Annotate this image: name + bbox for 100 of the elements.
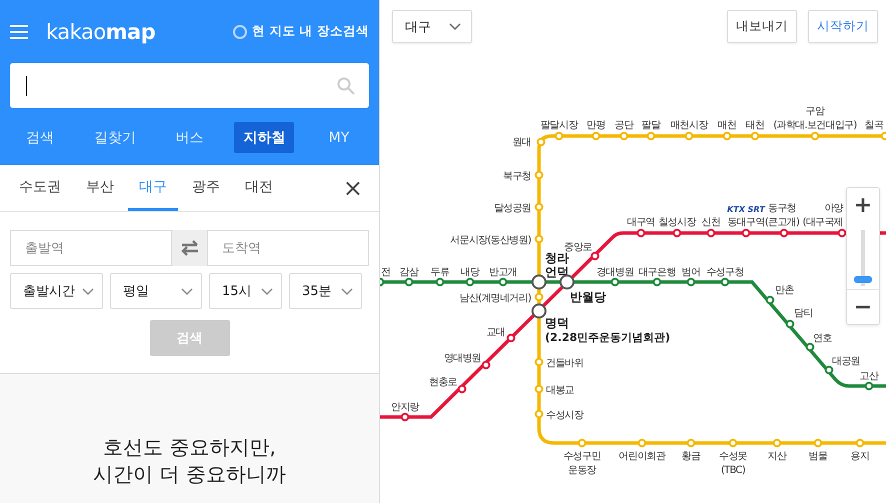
- station-marker[interactable]: [436, 278, 444, 286]
- station-label[interactable]: 대봉교: [546, 385, 574, 396]
- station-label[interactable]: 동구청 (큰고개): [764, 203, 800, 228]
- station-label[interactable]: 매천시장: [670, 120, 708, 131]
- station-label[interactable]: 태천: [746, 120, 764, 131]
- station-marker[interactable]: [880, 132, 886, 140]
- station-marker[interactable]: [722, 132, 732, 140]
- dropdown[interactable]: 출발시간: [10, 273, 103, 309]
- station-label[interactable]: 매천: [718, 120, 736, 131]
- station-marker[interactable]: [534, 410, 544, 418]
- station-marker[interactable]: [786, 320, 794, 328]
- dropdown[interactable]: 평일: [110, 273, 202, 309]
- station-label[interactable]: 신천: [702, 217, 720, 228]
- station-marker[interactable]: [506, 334, 516, 342]
- station-marker[interactable]: [810, 132, 820, 140]
- station-marker[interactable]: [592, 132, 600, 140]
- station-marker[interactable]: [856, 438, 864, 448]
- city-tab[interactable]: 수도권: [8, 165, 72, 211]
- station-label[interactable]: 수성못 (TBC): [719, 451, 747, 476]
- transfer-station-label[interactable]: 청라 언덕: [545, 251, 569, 279]
- station-marker[interactable]: [636, 228, 646, 238]
- search-field[interactable]: [10, 63, 369, 108]
- station-marker[interactable]: [610, 278, 620, 286]
- station-label[interactable]: 교대: [486, 327, 505, 338]
- station-label[interactable]: 고산: [860, 371, 878, 382]
- station-label[interactable]: 칠성시장: [658, 217, 696, 228]
- station-label[interactable]: 경대병원: [596, 267, 634, 278]
- station-label[interactable]: 원대: [512, 137, 531, 148]
- station-label[interactable]: 대공원: [832, 356, 860, 367]
- station-label[interactable]: 팔달: [642, 120, 660, 131]
- station-label[interactable]: 팔달시장: [540, 120, 578, 131]
- station-marker[interactable]: [646, 132, 656, 140]
- close-button[interactable]: ×: [336, 165, 369, 211]
- station-marker[interactable]: [750, 132, 760, 140]
- transfer-station-marker[interactable]: [532, 274, 546, 290]
- station-marker[interactable]: [672, 228, 682, 238]
- station-label[interactable]: 대구은행: [638, 267, 676, 278]
- station-marker[interactable]: [638, 438, 646, 448]
- station-marker[interactable]: [780, 228, 788, 238]
- station-label[interactable]: 서문시장(동산병원): [450, 235, 531, 246]
- station-label[interactable]: 남산(계명네거리): [459, 293, 531, 304]
- nav-tab[interactable]: 지하철: [234, 122, 294, 153]
- station-label[interactable]: 안지랑: [391, 402, 419, 413]
- station-marker[interactable]: [404, 278, 414, 286]
- station-marker[interactable]: [380, 278, 384, 286]
- station-label[interactable]: 담티: [794, 308, 813, 319]
- station-marker[interactable]: [864, 382, 874, 390]
- transfer-station-label[interactable]: 명덕 (2.28민주운동기념회관): [545, 316, 670, 344]
- station-marker[interactable]: [466, 278, 474, 286]
- zoom-in-button[interactable]: +: [847, 188, 879, 222]
- station-marker[interactable]: [534, 234, 544, 244]
- station-label[interactable]: 반고개: [489, 267, 517, 278]
- station-label[interactable]: 내당: [460, 267, 480, 278]
- station-marker[interactable]: [536, 138, 546, 146]
- departure-field[interactable]: 출발역: [10, 230, 172, 266]
- station-label[interactable]: 북구청: [503, 171, 531, 182]
- station-marker[interactable]: [824, 366, 834, 374]
- transfer-station-label[interactable]: 반월당: [570, 290, 606, 304]
- station-label[interactable]: 전: [381, 267, 390, 278]
- station-label[interactable]: 아양 (대구국제: [802, 203, 843, 228]
- station-marker[interactable]: [590, 252, 600, 260]
- export-button[interactable]: 내보내기: [727, 10, 797, 43]
- station-marker[interactable]: [498, 278, 508, 286]
- station-label[interactable]: 대구역: [627, 217, 655, 228]
- station-label[interactable]: 공단: [614, 120, 634, 131]
- station-label[interactable]: 중앙로: [564, 242, 592, 253]
- station-marker[interactable]: [742, 228, 750, 238]
- station-label[interactable]: 범어: [682, 267, 700, 278]
- station-label[interactable]: 범물: [808, 451, 828, 462]
- station-marker[interactable]: [652, 278, 662, 286]
- station-marker[interactable]: [806, 342, 814, 352]
- station-label[interactable]: 구암 (과학대.보건대입구): [773, 106, 857, 131]
- dropdown[interactable]: 15시: [209, 273, 282, 309]
- station-label[interactable]: 건들바위: [546, 358, 584, 369]
- station-marker[interactable]: [534, 170, 544, 180]
- station-label[interactable]: 어린이회관: [618, 451, 666, 462]
- transfer-station-marker[interactable]: [532, 304, 546, 318]
- station-label[interactable]: 용지: [850, 451, 870, 462]
- swap-button[interactable]: [172, 230, 207, 266]
- station-label[interactable]: 수성시장: [546, 410, 584, 421]
- arrival-field[interactable]: 도착역: [207, 230, 369, 266]
- city-tab[interactable]: 광주: [181, 165, 231, 211]
- start-button[interactable]: 시작하기: [808, 10, 878, 43]
- station-label[interactable]: 황금: [682, 451, 700, 462]
- city-tab[interactable]: 대전: [234, 165, 284, 211]
- station-marker[interactable]: [814, 438, 822, 448]
- station-label[interactable]: 만촌: [775, 285, 794, 296]
- station-label[interactable]: 칠곡: [864, 120, 884, 131]
- station-label[interactable]: 연호: [813, 333, 832, 344]
- station-marker[interactable]: [838, 228, 846, 238]
- station-label[interactable]: 달성공원: [494, 203, 531, 214]
- station-marker[interactable]: [534, 384, 544, 394]
- dropdown[interactable]: 35분: [289, 273, 362, 309]
- station-marker[interactable]: [482, 360, 490, 370]
- menu-icon[interactable]: [10, 24, 28, 38]
- station-marker[interactable]: [720, 278, 730, 286]
- city-dropdown[interactable]: 대구: [392, 10, 472, 43]
- zoom-out-button[interactable]: −: [847, 290, 879, 324]
- station-marker[interactable]: [578, 438, 586, 448]
- station-marker[interactable]: [684, 132, 694, 140]
